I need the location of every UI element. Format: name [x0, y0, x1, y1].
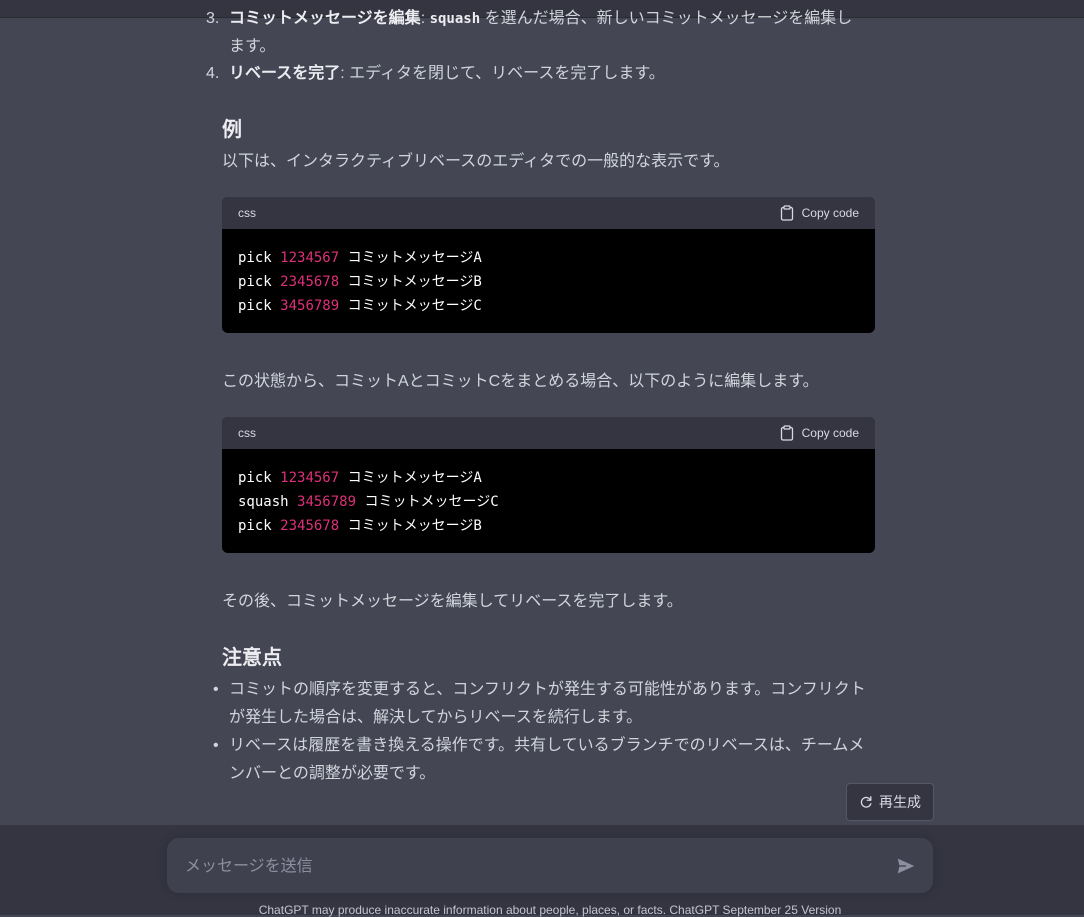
code-line: pick 2345678 コミットメッセージB: [238, 270, 859, 294]
code-msg: コミットメッセージB: [347, 274, 482, 290]
clipboard-icon: [780, 205, 793, 221]
code-line: pick 3456789 コミットメッセージC: [238, 294, 859, 318]
colon: :: [420, 10, 430, 27]
code-header: css Copy code: [222, 197, 875, 229]
code-block-2: css Copy code pick 1234567 コミットメッセージA sq…: [222, 417, 875, 553]
regenerate-label: 再生成: [879, 794, 921, 810]
code-msg: コミットメッセージC: [364, 494, 499, 510]
bullet-dot: •: [213, 681, 219, 698]
code-cmd: pick: [238, 250, 272, 266]
code-hash: 1234567: [280, 470, 340, 486]
list-item-text: : エディタを閉じて、リベースを完了します。: [340, 65, 665, 82]
code-language: css: [238, 426, 256, 440]
code-msg: コミットメッセージC: [347, 298, 482, 314]
refresh-icon: [860, 796, 872, 808]
example-heading: 例: [222, 119, 242, 141]
code-body: pick 1234567 コミットメッセージA squash 3456789 コ…: [222, 449, 875, 553]
code-hash: 2345678: [280, 518, 340, 534]
bullet-text-cont: ンバーとの調整が必要です。: [229, 765, 436, 782]
code-hash: 3456789: [280, 298, 340, 314]
code-cmd: squash: [238, 494, 289, 510]
code-header: css Copy code: [222, 417, 875, 449]
conversation-area: 3. コミットメッセージを編集: squash を選んだ場合、新しいコミットメッ…: [0, 0, 1084, 825]
bullet-text-cont: が発生した場合は、解決してからリベースを続行します。: [229, 709, 643, 726]
example-intro: 以下は、インタラクティブリベースのエディタでの一般的な表示です。: [222, 153, 730, 170]
code-hash: 2345678: [280, 274, 340, 290]
code-cmd: pick: [238, 298, 272, 314]
list-item-text-cont: ます。: [229, 38, 276, 55]
example-middle: この状態から、コミットAとコミットCをまとめる場合、以下のように編集します。: [222, 373, 819, 390]
code-msg: コミットメッセージA: [347, 470, 482, 486]
code-msg: コミットメッセージB: [347, 518, 482, 534]
list-number: 4.: [206, 65, 220, 82]
clipboard-icon: [780, 425, 793, 441]
regenerate-button[interactable]: 再生成: [846, 783, 934, 821]
list-number: 3.: [206, 10, 220, 27]
bullet-text: リベースは履歴を書き換える操作です。共有しているブランチでのリベースは、チームメ: [229, 737, 865, 754]
code-hash: 1234567: [280, 250, 340, 266]
code-hash: 3456789: [297, 494, 357, 510]
message-input[interactable]: [183, 838, 887, 895]
inline-code: squash: [429, 11, 481, 27]
bullet-text: コミットの順序を変更すると、コンフリクトが発生する可能性があります。コンフリクト: [229, 681, 866, 698]
copy-code-label: Copy code: [801, 206, 859, 220]
composer-area: ChatGPT may produce inaccurate informati…: [0, 825, 1084, 917]
message-box: [167, 838, 933, 895]
list-item-text: を選んだ場合、新しいコミットメッセージを編集し: [480, 10, 853, 27]
bullet-dot: •: [213, 737, 219, 754]
copy-code-button[interactable]: Copy code: [780, 205, 859, 221]
send-icon[interactable]: [895, 855, 917, 877]
code-line: pick 2345678 コミットメッセージB: [238, 514, 859, 538]
code-msg: コミットメッセージA: [347, 250, 482, 266]
copy-code-button[interactable]: Copy code: [780, 425, 859, 441]
list-item-bold: リベースを完了: [229, 65, 341, 82]
code-language: css: [238, 206, 256, 220]
notes-heading: 注意点: [222, 647, 282, 669]
example-after: その後、コミットメッセージを編集してリベースを完了します。: [222, 593, 683, 610]
code-line: pick 1234567 コミットメッセージA: [238, 466, 859, 490]
code-cmd: pick: [238, 470, 272, 486]
code-cmd: pick: [238, 274, 272, 290]
code-cmd: pick: [238, 518, 272, 534]
code-line: squash 3456789 コミットメッセージC: [238, 490, 859, 514]
code-block-1: css Copy code pick 1234567 コミットメッセージA pi…: [222, 197, 875, 333]
code-body: pick 1234567 コミットメッセージA pick 2345678 コミッ…: [222, 229, 875, 333]
code-line: pick 1234567 コミットメッセージA: [238, 246, 859, 270]
copy-code-label: Copy code: [801, 426, 859, 440]
list-item-bold: コミットメッセージを編集: [229, 10, 421, 27]
